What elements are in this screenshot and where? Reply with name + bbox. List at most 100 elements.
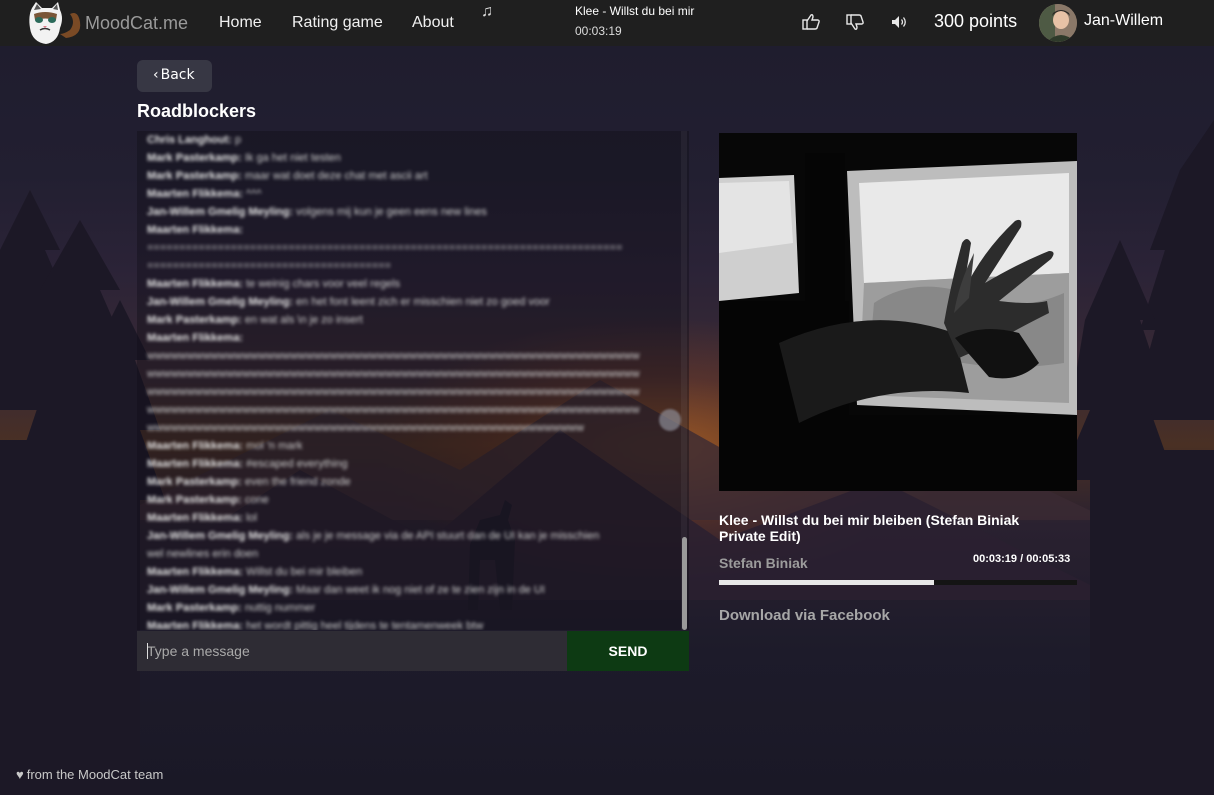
chat-message: Maarten Flikkema: Willst du bei mir blei… bbox=[147, 563, 667, 581]
chat-message-author: Mark Pasterkamp: bbox=[147, 170, 242, 182]
chat-message-text: ====================================== bbox=[147, 260, 392, 272]
chat-message: Maarten Flikkema: bbox=[147, 329, 667, 347]
chat-message: wwwwwwwwwwwwwwwwwwwwwwwwwwwwwwwwwwwwwwww… bbox=[147, 401, 667, 419]
chat-message: ====================================== bbox=[147, 257, 667, 275]
chat-message: wel newlines erin doen bbox=[147, 545, 667, 563]
track-title: Klee - Willst du bei mir bleiben (Stefan… bbox=[719, 512, 1020, 544]
chat-message: Maarten Flikkema: #escaped everything bbox=[147, 455, 667, 473]
chat-message: Maarten Flikkema: het wordt pittig heel … bbox=[147, 617, 667, 630]
chat-message: Jan-Willem Gmelig Meyling: volgens mij k… bbox=[147, 203, 667, 221]
chat-message: Chris Langhout: p bbox=[147, 131, 667, 149]
chat-message: wwwwwwwwwwwwwwwwwwwwwwwwwwwwwwwwwwwwwwww… bbox=[147, 365, 667, 383]
track-progress-fill bbox=[719, 580, 934, 585]
chat-message-author: Maarten Flikkema: bbox=[147, 332, 243, 344]
chat-message-author: Maarten Flikkema: bbox=[147, 566, 243, 578]
chat-message: wwwwwwwwwwwwwwwwwwwwwwwwwwwwwwwwwwwwwwww… bbox=[147, 419, 667, 437]
chat-message-text: wwwwwwwwwwwwwwwwwwwwwwwwwwwwwwwwwwwwwwww… bbox=[147, 404, 640, 416]
chat-message-author: Maarten Flikkema: bbox=[147, 620, 243, 630]
chat-message-text: p bbox=[235, 134, 242, 146]
chat-message: Mark Pasterkamp: maar wat doet deze chat… bbox=[147, 167, 667, 185]
nav-rating-game-link[interactable]: Rating game bbox=[292, 14, 383, 32]
chat-message-text: Maar dan weet ik nog niet of ze te zien … bbox=[296, 584, 545, 596]
chat-message-text: cone bbox=[244, 494, 269, 506]
avatar[interactable] bbox=[1039, 4, 1077, 42]
chat-message-author: Maarten Flikkema: bbox=[147, 440, 243, 452]
chat-panel[interactable]: Chris Langhout: p Mark Pasterkamp: Ik ga … bbox=[137, 131, 689, 630]
chat-message-text: wwwwwwwwwwwwwwwwwwwwwwwwwwwwwwwwwwwwwwww… bbox=[147, 368, 640, 380]
nav-home-link[interactable]: Home bbox=[219, 14, 262, 32]
moodcat-logo[interactable] bbox=[26, 0, 84, 46]
chat-message-author: Mark Pasterkamp: bbox=[147, 314, 242, 326]
chat-message: Mark Pasterkamp: nuttig nummer bbox=[147, 599, 667, 617]
thumbs-down-icon[interactable] bbox=[844, 11, 866, 33]
chat-message-text: Ik ga het niet testen bbox=[244, 152, 341, 164]
chat-message-text: en wat als \n je zo insert bbox=[244, 314, 363, 326]
chat-message: Maarten Flikkema: lol bbox=[147, 509, 667, 527]
volume-icon[interactable] bbox=[888, 11, 910, 33]
chat-message-text: ========================================… bbox=[147, 242, 623, 254]
chat-message-author: Jan-Willem Gmelig Meyling: bbox=[147, 530, 293, 542]
chat-message-author: Maarten Flikkema: bbox=[147, 278, 243, 290]
chat-message-text: maar wat doet deze chat met ascii art bbox=[244, 170, 428, 182]
chat-message-author: Maarten Flikkema: bbox=[147, 458, 243, 470]
chat-message-author: Maarten Flikkema: bbox=[147, 188, 243, 200]
footer-text: from the MoodCat team bbox=[26, 767, 164, 782]
brand-name[interactable]: MoodCat.me bbox=[85, 13, 188, 34]
navbar: MoodCat.me Home Rating game About ♫ Klee… bbox=[0, 0, 1214, 46]
download-facebook-link[interactable]: Download via Facebook bbox=[719, 607, 890, 624]
chat-message-text: wwwwwwwwwwwwwwwwwwwwwwwwwwwwwwwwwwwwwwww… bbox=[147, 386, 640, 398]
chat-message: Maarten Flikkema: te weinig chars voor v… bbox=[147, 275, 667, 293]
chat-message-author: Mark Pasterkamp: bbox=[147, 602, 242, 614]
chat-message: Maarten Flikkema: ^^^ bbox=[147, 185, 667, 203]
chat-message-text: wwwwwwwwwwwwwwwwwwwwwwwwwwwwwwwwwwwwwwww… bbox=[147, 422, 584, 434]
nav-about-link[interactable]: About bbox=[412, 14, 454, 32]
chat-message-author: Mark Pasterkamp: bbox=[147, 152, 242, 164]
back-label: Back bbox=[160, 67, 195, 83]
username[interactable]: Jan-Willem bbox=[1084, 12, 1163, 30]
album-art bbox=[719, 133, 1077, 491]
room-title: Roadblockers bbox=[137, 101, 257, 121]
chat-message: Mark Pasterkamp: en wat als \n je zo ins… bbox=[147, 311, 667, 329]
chat-message-list: Chris Langhout: p Mark Pasterkamp: Ik ga … bbox=[147, 131, 667, 630]
chat-message-text: nuttig nummer bbox=[244, 602, 316, 614]
text-caret bbox=[147, 643, 148, 659]
track-artist: Stefan Biniak bbox=[719, 555, 808, 571]
chat-message: Jan-Willem Gmelig Meyling: Maar dan weet… bbox=[147, 581, 667, 599]
chat-message: Mark Pasterkamp: cone bbox=[147, 491, 667, 509]
points-counter: 300 points bbox=[934, 11, 1018, 31]
chat-message-text: het wordt pittig heel tijdens te tentame… bbox=[246, 620, 484, 630]
send-button[interactable]: SEND bbox=[567, 631, 689, 671]
chat-message-text: te weinig chars voor veel regels bbox=[246, 278, 401, 290]
chat-message: Maarten Flikkema: bbox=[147, 221, 667, 239]
chat-message-text: lol bbox=[246, 512, 258, 524]
chat-message-text: even the friend zonde bbox=[244, 476, 351, 488]
chat-message: ========================================… bbox=[147, 239, 667, 257]
chat-message: Jan-Willem Gmelig Meyling: als je je mes… bbox=[147, 527, 667, 545]
chat-message-author: Jan-Willem Gmelig Meyling: bbox=[147, 584, 293, 596]
thumbs-up-icon[interactable] bbox=[800, 11, 822, 33]
chat-message-author: Mark Pasterkamp: bbox=[147, 476, 242, 488]
chat-message-text: Willst du bei mir bleiben bbox=[246, 566, 363, 578]
chat-message-author: Maarten Flikkema: bbox=[147, 224, 243, 236]
chat-message-author: Chris Langhout: bbox=[147, 134, 232, 146]
chat-message-author: Maarten Flikkema: bbox=[147, 512, 243, 524]
music-note-icon: ♫ bbox=[481, 3, 493, 20]
heart-icon: ♥ bbox=[16, 767, 24, 782]
footer-credit: ♥ from the MoodCat team bbox=[16, 767, 163, 782]
chat-scrollbar-thumb[interactable] bbox=[682, 537, 687, 630]
chat-message-text: ^^^ bbox=[246, 188, 262, 200]
back-button[interactable]: ‹ Back bbox=[137, 60, 212, 92]
chat-message-text: wel newlines erin doen bbox=[147, 548, 259, 560]
chat-message: Jan-Willem Gmelig Meyling: en het font l… bbox=[147, 293, 667, 311]
chat-message-text: mol 'n mark bbox=[246, 440, 303, 452]
message-input[interactable] bbox=[137, 631, 567, 671]
cursor-indicator bbox=[659, 409, 681, 431]
chat-message-author: Jan-Willem Gmelig Meyling: bbox=[147, 296, 293, 308]
chat-message: Mark Pasterkamp: Ik ga het niet testen bbox=[147, 149, 667, 167]
chat-message-text: #escaped everything bbox=[246, 458, 348, 470]
chat-message-text: als je je message via de API stuurt dan … bbox=[296, 530, 600, 542]
track-progress-bar[interactable] bbox=[719, 580, 1077, 585]
chat-message: wwwwwwwwwwwwwwwwwwwwwwwwwwwwwwwwwwwwwwww… bbox=[147, 347, 667, 365]
chat-message: Mark Pasterkamp: even the friend zonde bbox=[147, 473, 667, 491]
chat-message-author: Jan-Willem Gmelig Meyling: bbox=[147, 206, 293, 218]
